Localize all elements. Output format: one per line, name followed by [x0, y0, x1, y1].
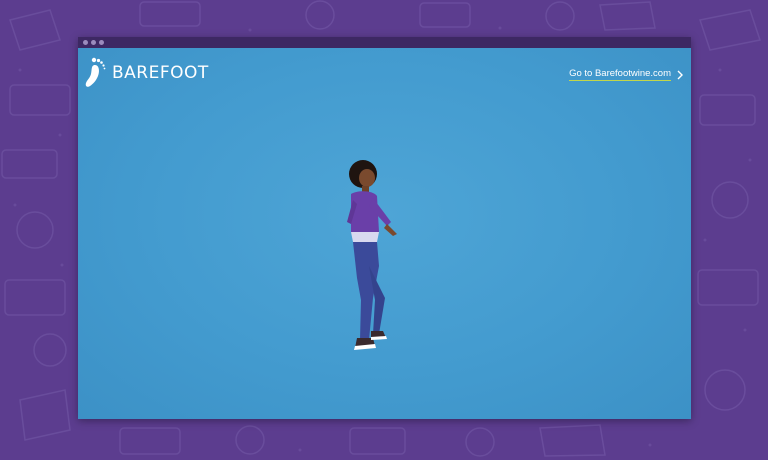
window-titlebar: [78, 37, 691, 48]
window-control-dot[interactable]: [91, 40, 96, 45]
go-to-site-link[interactable]: Go to Barefootwine.com: [569, 68, 685, 81]
footprint-icon: [85, 57, 106, 87]
page-viewport: BAREFOOT Go to Barefootwine.com: [78, 48, 691, 419]
barefoot-logo[interactable]: BAREFOOT: [84, 57, 209, 89]
dancer-figure: [347, 160, 397, 350]
go-to-site-link-text: Go to Barefootwine.com: [569, 68, 671, 81]
logo-wordmark: BAREFOOT: [112, 63, 209, 83]
chevron-right-icon: [677, 70, 683, 79]
window-control-dot[interactable]: [99, 40, 104, 45]
browser-window: BAREFOOT Go to Barefootwine.com: [78, 37, 691, 419]
window-control-dot[interactable]: [83, 40, 88, 45]
